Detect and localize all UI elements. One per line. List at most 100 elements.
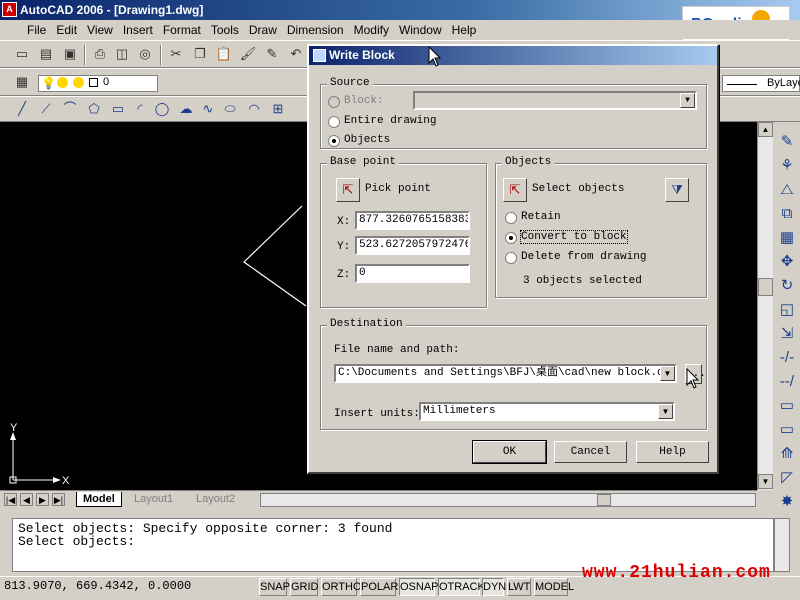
tab-layout2[interactable]: Layout2 — [190, 492, 241, 507]
scroll-up-icon[interactable]: ▲ — [758, 122, 773, 137]
menu-window[interactable]: Window — [394, 23, 447, 37]
undo-icon[interactable]: ↶ — [286, 44, 306, 64]
dyn-toggle[interactable]: DYN — [482, 578, 506, 596]
tab-first-icon[interactable]: |◀ — [4, 493, 17, 506]
insert-block-icon[interactable]: ⊞ — [268, 99, 288, 119]
menu-view[interactable]: View — [82, 23, 118, 37]
insert-units-dropdown-icon[interactable]: ▼ — [658, 404, 673, 419]
chevron-down-icon[interactable]: ▼ — [680, 93, 695, 108]
rectangle-icon[interactable]: ▭ — [108, 99, 128, 119]
match-properties-icon[interactable]: 🖌 — [238, 44, 258, 64]
tab-prev-icon[interactable]: ◀ — [20, 493, 33, 506]
menu-help[interactable]: Help — [447, 23, 482, 37]
lwt-toggle[interactable]: LWT — [507, 578, 531, 596]
delete-from-drawing-label[interactable]: Delete from drawing — [521, 251, 646, 263]
menu-insert[interactable]: Insert — [118, 23, 158, 37]
menu-modify[interactable]: Modify — [349, 23, 394, 37]
tab-model[interactable]: Model — [76, 492, 122, 507]
canvas-horizontal-scrollbar[interactable] — [260, 493, 756, 507]
file-path-combo[interactable]: C:\Documents and Settings\BFJ\桌面\cad\new… — [334, 364, 677, 383]
base-y-input[interactable]: 523.6272057972476 — [355, 236, 470, 255]
block-select[interactable]: ▼ — [413, 91, 697, 110]
hscroll-thumb[interactable] — [597, 494, 611, 506]
polar-toggle[interactable]: POLAR — [360, 578, 398, 596]
convert-to-block-radio[interactable] — [505, 232, 517, 244]
copy-icon[interactable]: ❐ — [190, 44, 210, 64]
join-icon[interactable]: ▭ — [777, 420, 797, 440]
tab-layout1[interactable]: Layout1 — [128, 492, 179, 507]
publish-icon[interactable]: ◎ — [135, 44, 155, 64]
scroll-down-icon[interactable]: ▼ — [758, 474, 773, 489]
ellipse-icon[interactable]: ⬭ — [220, 99, 240, 119]
paste-icon[interactable]: 📋 — [214, 44, 234, 64]
print-icon[interactable]: ⎙ — [90, 44, 110, 64]
spline-icon[interactable]: ∿ — [198, 99, 218, 119]
fillet-icon[interactable]: ◸ — [777, 468, 797, 488]
delete-from-drawing-radio[interactable] — [505, 252, 517, 264]
scale-icon[interactable]: ◱ — [777, 300, 797, 320]
grid-toggle[interactable]: GRID — [290, 578, 319, 596]
help-button[interactable]: Help — [636, 441, 709, 463]
arc-icon[interactable]: ◜ — [130, 99, 150, 119]
menu-format[interactable]: Format — [158, 23, 206, 37]
menu-dimension[interactable]: Dimension — [282, 23, 349, 37]
copy-object-icon[interactable]: ⚘ — [777, 156, 797, 176]
quick-select-button[interactable]: ⧩ — [665, 178, 689, 202]
polyline-icon[interactable]: ⌒ — [60, 99, 80, 119]
tab-last-icon[interactable]: ▶| — [52, 493, 65, 506]
circle-icon[interactable]: ◯ — [152, 99, 172, 119]
autocad-app-icon[interactable]: A — [2, 2, 17, 17]
array-icon[interactable]: ▦ — [777, 228, 797, 248]
trim-icon[interactable]: -/- — [777, 348, 797, 368]
retain-radio[interactable] — [505, 212, 517, 224]
select-objects-button[interactable]: ⇱ — [503, 178, 527, 202]
construction-line-icon[interactable]: ⟋ — [36, 99, 56, 119]
tab-next-icon[interactable]: ▶ — [36, 493, 49, 506]
insert-units-select[interactable]: Millimeters — [419, 402, 675, 421]
snap-toggle[interactable]: SNAP — [259, 578, 290, 596]
ok-button[interactable]: OK — [472, 440, 547, 464]
stretch-icon[interactable]: ⇲ — [777, 324, 797, 344]
explode-icon[interactable]: ✸ — [777, 492, 797, 512]
offset-icon[interactable]: ⧉ — [777, 204, 797, 224]
base-x-input[interactable]: 877.3260765158383 — [355, 211, 470, 230]
canvas-vertical-scrollbar[interactable]: ▲ ▼ — [757, 122, 773, 490]
menu-edit[interactable]: Edit — [51, 23, 82, 37]
pick-point-button[interactable]: ⇱ — [336, 178, 360, 202]
layer-manager-icon[interactable]: ▦ — [12, 72, 32, 92]
retain-label[interactable]: Retain — [521, 211, 561, 223]
plot-preview-icon[interactable]: ◫ — [112, 44, 132, 64]
convert-to-block-label[interactable]: Convert to block — [520, 230, 628, 244]
revision-cloud-icon[interactable]: ☁ — [176, 99, 196, 119]
dialog-title-bar[interactable]: Write Block — [309, 46, 717, 65]
linetype-dropdown[interactable]: ByLayer — [722, 75, 800, 92]
objects-radio[interactable] — [328, 135, 340, 147]
cut-icon[interactable]: ✂ — [166, 44, 186, 64]
objects-source-label[interactable]: Objects — [344, 134, 390, 146]
menu-tools[interactable]: Tools — [206, 23, 244, 37]
ellipse-arc-icon[interactable]: ◠ — [244, 99, 264, 119]
model-toggle[interactable]: MODEL — [534, 578, 574, 596]
entire-drawing-label[interactable]: Entire drawing — [344, 115, 436, 127]
brush-icon[interactable]: ✎ — [262, 44, 282, 64]
file-path-dropdown-icon[interactable]: ▼ — [660, 366, 675, 381]
polygon-icon[interactable]: ⬠ — [84, 99, 104, 119]
new-icon[interactable]: ▭ — [12, 44, 32, 64]
line-icon[interactable]: ╱ — [12, 99, 32, 119]
osnap-toggle[interactable]: OSNAP — [399, 578, 439, 596]
command-line-scrollbar[interactable] — [774, 518, 790, 572]
mirror-icon[interactable]: ⧍ — [777, 180, 797, 200]
chamfer-icon[interactable]: ⟰ — [777, 444, 797, 464]
move-icon[interactable]: ✥ — [777, 252, 797, 272]
break-icon[interactable]: ▭ — [777, 396, 797, 416]
entire-drawing-radio[interactable] — [328, 116, 340, 128]
save-icon[interactable]: ▣ — [60, 44, 80, 64]
cancel-button[interactable]: Cancel — [554, 441, 627, 463]
block-radio[interactable] — [328, 96, 340, 108]
open-icon[interactable]: ▤ — [36, 44, 56, 64]
erase-icon[interactable]: ✎ — [777, 132, 797, 152]
rotate-icon[interactable]: ↻ — [777, 276, 797, 296]
extend-icon[interactable]: --/ — [777, 372, 797, 392]
menu-draw[interactable]: Draw — [244, 23, 282, 37]
scroll-thumb[interactable] — [758, 278, 773, 296]
